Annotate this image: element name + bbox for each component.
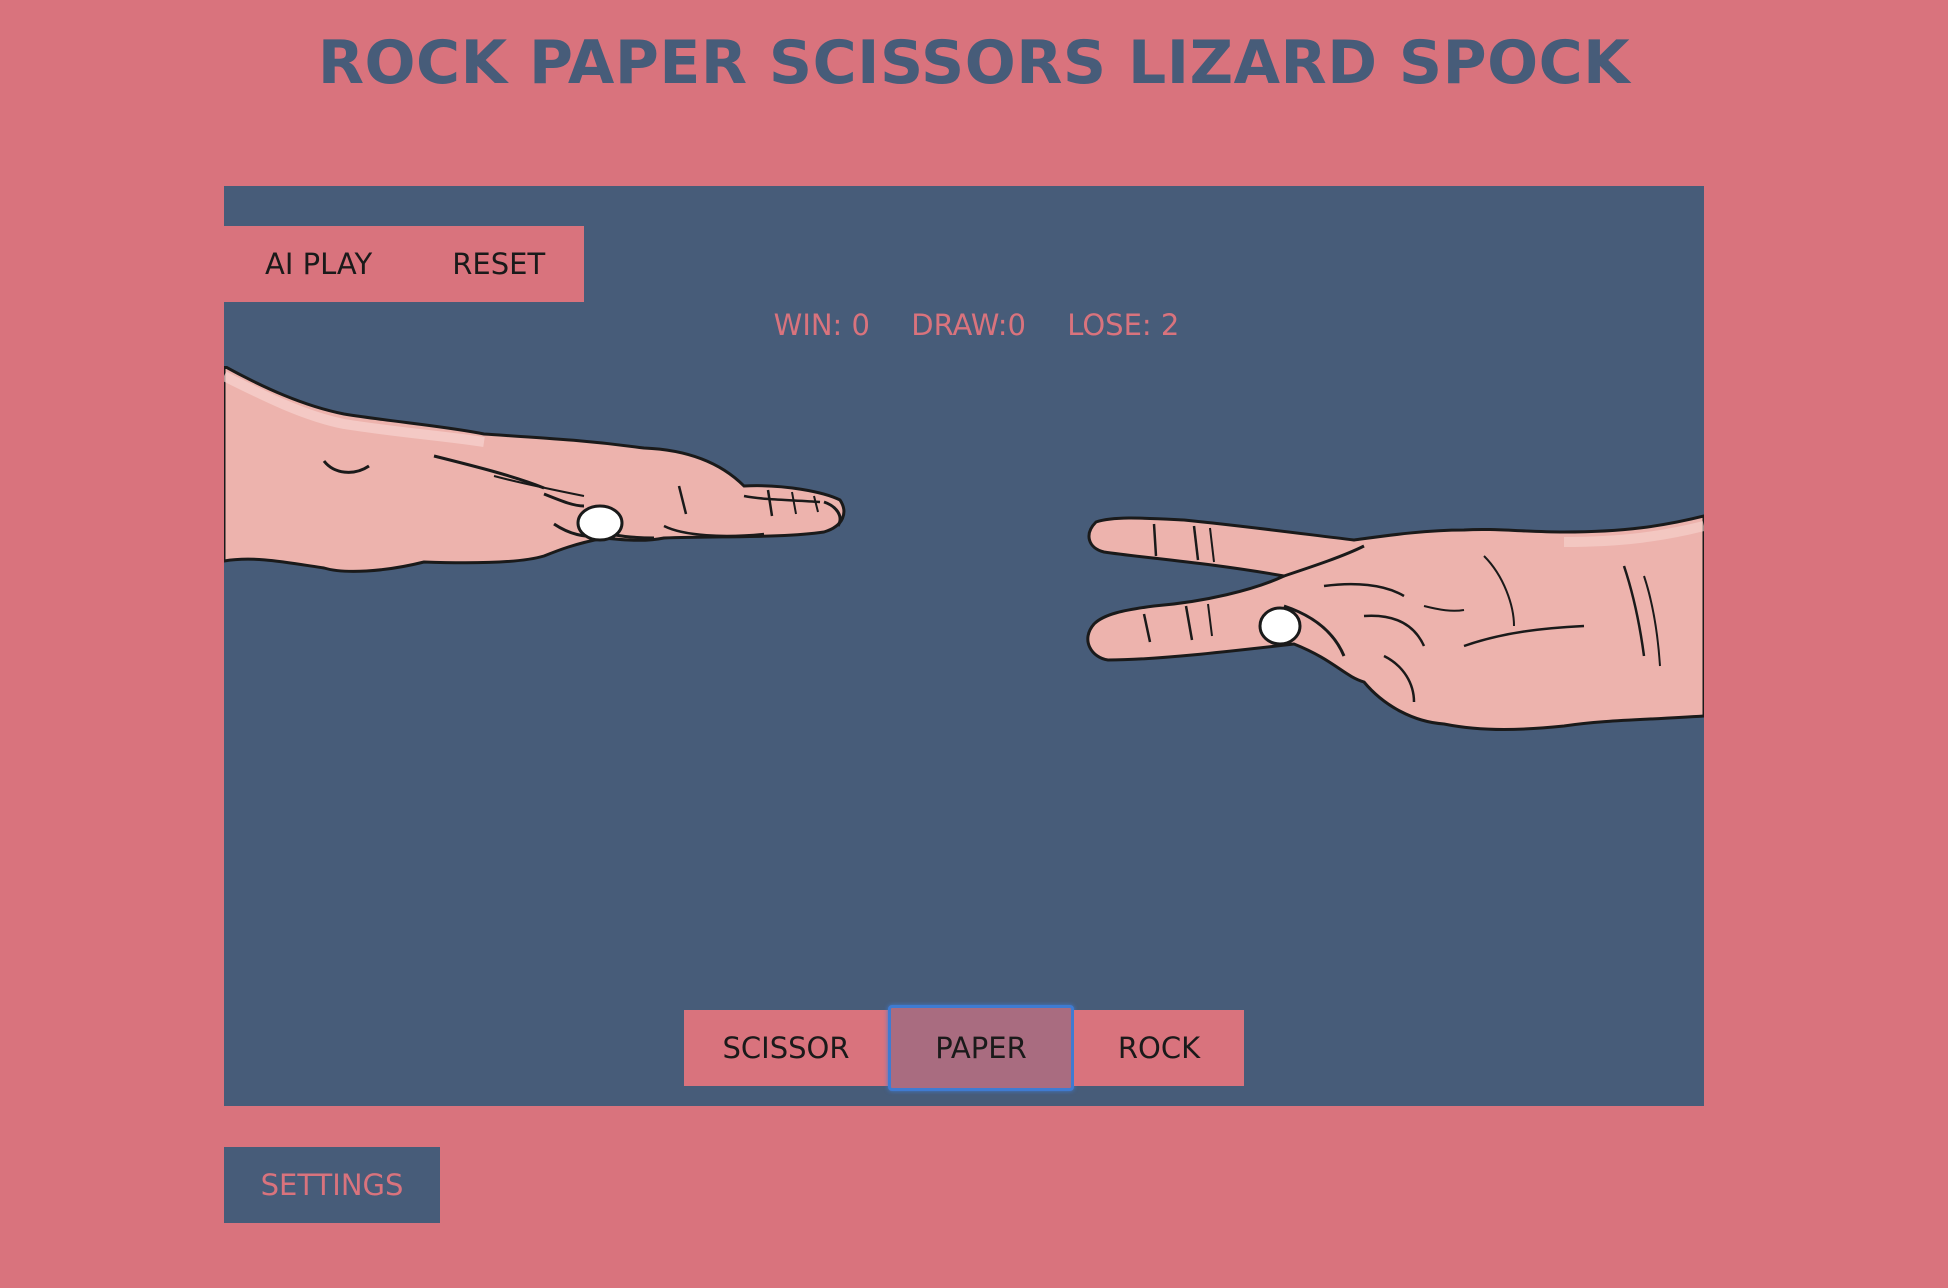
scissor-button[interactable]: SCISSOR (684, 1010, 888, 1086)
paper-button[interactable]: PAPER (888, 1005, 1074, 1091)
control-bar: AI PLAY RESET (224, 226, 584, 302)
scoreboard: WIN: 0 DRAW:0 LOSE: 2 (224, 308, 1704, 342)
choice-bar: SCISSOR PAPER ROCK (684, 1005, 1244, 1091)
paper-hand-icon (224, 366, 846, 573)
settings-button[interactable]: SETTINGS (224, 1147, 440, 1223)
lose-count: LOSE: 2 (1067, 308, 1180, 342)
rock-button[interactable]: ROCK (1074, 1010, 1244, 1086)
win-count: WIN: 0 (773, 308, 871, 342)
scissors-hand-icon (1086, 514, 1704, 731)
ai-play-button[interactable]: AI PLAY (265, 247, 372, 281)
draw-count: DRAW:0 (911, 308, 1026, 342)
game-stage: AI PLAY RESET WIN: 0 DRAW:0 LOSE: 2 SCIS… (224, 186, 1704, 1106)
game-page: ROCK PAPER SCISSORS LIZARD SPOCK AI PLAY… (0, 0, 1948, 1288)
page-title: ROCK PAPER SCISSORS LIZARD SPOCK (317, 28, 1631, 98)
reset-button[interactable]: RESET (452, 247, 545, 281)
